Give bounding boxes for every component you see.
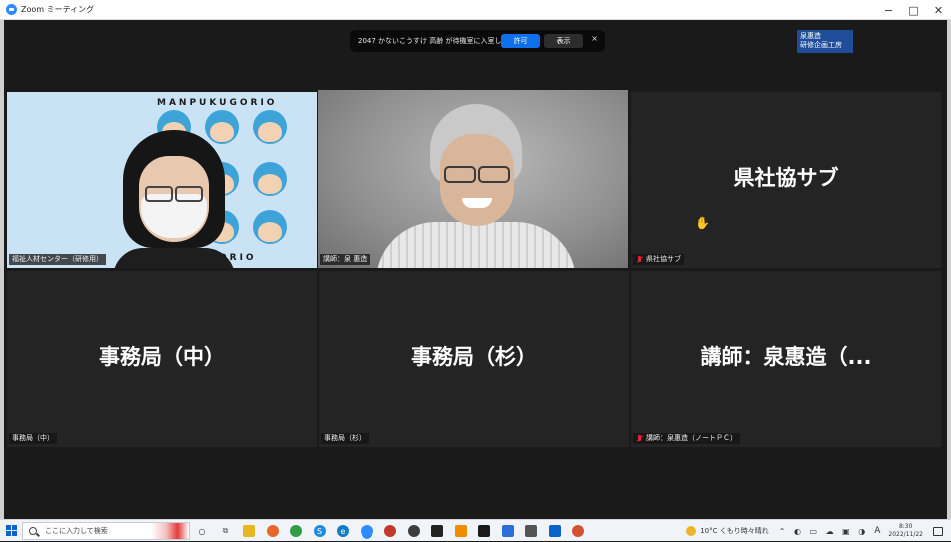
task-view-icon[interactable]: ⧉ xyxy=(220,525,232,537)
zoom-logo-icon xyxy=(6,4,17,15)
ime-indicator[interactable]: A xyxy=(874,526,880,536)
system-tray: 10°C くもり時々晴れ ⌃ ◐ ▭ ☁ ▣ ◑ A 8:30 2022/11/… xyxy=(686,520,951,542)
taskbar-clock[interactable]: 8:30 2022/11/22 xyxy=(888,523,923,539)
admit-button[interactable]: 許可 xyxy=(501,34,540,48)
participant-display-name: 講師：泉惠造（... xyxy=(700,345,872,369)
participant-display-name: 県社協サブ xyxy=(733,166,839,190)
watermark-label: 泉惠造 研修企画工房 xyxy=(797,30,853,53)
video-tile-1[interactable]: MANPUKUGORIO ORIO 福祉人材センター（研修用） xyxy=(7,92,317,268)
globe-app-icon[interactable] xyxy=(407,525,420,537)
camera-icon[interactable] xyxy=(525,525,537,537)
video-tile-4[interactable]: 事務局（中） 事務局（中） xyxy=(7,271,317,447)
zoom-icon[interactable] xyxy=(360,525,373,537)
weather-icon xyxy=(686,526,697,536)
participant-video xyxy=(113,130,235,268)
terminal-icon[interactable] xyxy=(478,525,490,537)
taskbar-apps: ○ ⧉ Se xyxy=(196,522,596,540)
firefox-icon[interactable] xyxy=(266,525,279,537)
glasses xyxy=(143,186,205,202)
watermark-line-2: 研修企画工房 xyxy=(800,41,842,49)
glasses xyxy=(442,166,512,183)
file-explorer-icon[interactable] xyxy=(243,525,255,537)
search-highlight-art xyxy=(151,523,189,539)
participant-name-tag: 県社協サブ xyxy=(633,254,684,265)
video-tile-6[interactable]: 講師：泉惠造（... 講師：泉惠造（ノートＰＣ） xyxy=(631,271,941,447)
participant-name-tag: 事務局（杉） xyxy=(321,433,369,444)
participant-name-tag: 講師：泉 惠造 xyxy=(320,254,371,265)
participant-name: 事務局（中） xyxy=(12,434,54,442)
participant-name: 県社協サブ xyxy=(646,255,681,263)
window-edge-right xyxy=(947,20,951,519)
maximize-button[interactable]: □ xyxy=(901,0,926,20)
participant-name-tag: 講師：泉惠造（ノートＰＣ） xyxy=(633,433,740,444)
window-controls: − □ ✕ xyxy=(876,0,951,20)
character-face-icon xyxy=(253,210,287,244)
outlook-icon[interactable] xyxy=(548,525,561,537)
window-title: Zoom ミーティング xyxy=(21,5,95,14)
meeting-area: 2047 かないこうすけ 高齢 が待機室に入室しました 許可 表示 × 泉惠造 … xyxy=(4,20,947,519)
skype-icon[interactable]: S xyxy=(313,525,326,537)
participant-name-tag: 事務局（中） xyxy=(9,433,57,444)
chrome-icon[interactable] xyxy=(290,525,302,537)
mic-muted-icon xyxy=(636,434,643,443)
powerpoint-icon[interactable] xyxy=(572,525,584,537)
taskbar-search[interactable]: ここに入力して検索 xyxy=(22,522,190,540)
photos-icon[interactable] xyxy=(501,525,514,537)
participant-name: 事務局（杉） xyxy=(324,434,366,442)
participant-name: 福祉人材センター（研修用） xyxy=(12,255,103,263)
orange-app-icon[interactable] xyxy=(454,525,467,537)
participant-name-tag: 福祉人材センター（研修用） xyxy=(9,254,106,265)
close-notification-icon[interactable]: × xyxy=(591,34,598,43)
watermark-line-1: 泉惠造 xyxy=(800,32,821,40)
search-icon xyxy=(29,527,37,535)
weather-text: 10°C くもり時々晴れ xyxy=(700,527,769,535)
notification-message: 2047 かないこうすけ 高齢 が待機室に入室しました xyxy=(358,37,523,45)
character-face-icon xyxy=(253,162,287,196)
close-window-button[interactable]: ✕ xyxy=(926,0,951,20)
participant-display-name: 事務局（杉） xyxy=(411,345,537,369)
video-tile-5[interactable]: 事務局（杉） 事務局（杉） xyxy=(319,271,629,447)
action-center-icon[interactable] xyxy=(933,526,943,536)
windows-taskbar: ここに入力して検索 ○ ⧉ Se 10°C くもり時々晴れ ⌃ ◐ ▭ ☁ ▣ ◑ … xyxy=(0,519,951,541)
edge-icon[interactable]: e xyxy=(337,525,349,537)
windows-start-icon[interactable] xyxy=(6,524,18,537)
weather-widget[interactable]: 10°C くもり時々晴れ xyxy=(686,526,769,536)
zoom-app: Zoom ミーティング − □ ✕ 2047 かないこうすけ 高齢 が待機室に入… xyxy=(0,0,951,541)
hand-cursor-icon: ✋ xyxy=(695,216,710,230)
view-button[interactable]: 表示 xyxy=(544,34,583,48)
title-bar: Zoom ミーティング − □ ✕ xyxy=(0,0,951,20)
tray-icons[interactable]: ⌃ ◐ ▭ ☁ ▣ ◑ xyxy=(779,527,869,536)
cortana-icon[interactable]: ○ xyxy=(196,525,208,537)
character-face-icon xyxy=(253,110,287,144)
video-tile-2-active-speaker[interactable]: 講師：泉 惠造 xyxy=(318,90,628,268)
background-banner-text: MANPUKUGORIO xyxy=(157,98,278,108)
red-app-icon[interactable] xyxy=(384,525,396,537)
participant-name: 講師：泉 惠造 xyxy=(323,255,368,263)
minimize-button[interactable]: − xyxy=(876,0,901,20)
waiting-room-notification: 2047 かないこうすけ 高齢 が待機室に入室しました 許可 表示 × xyxy=(350,30,605,52)
clock-time: 8:30 xyxy=(898,523,913,530)
search-placeholder: ここに入力して検索 xyxy=(45,527,108,535)
clock-date: 2022/11/22 xyxy=(888,531,923,538)
participant-name: 講師：泉惠造（ノートＰＣ） xyxy=(646,434,737,442)
dark-app-icon[interactable] xyxy=(431,525,443,537)
video-tile-3[interactable]: 県社協サブ 県社協サブ xyxy=(631,92,941,268)
mic-muted-icon xyxy=(636,255,643,264)
participant-display-name: 事務局（中） xyxy=(99,345,225,369)
